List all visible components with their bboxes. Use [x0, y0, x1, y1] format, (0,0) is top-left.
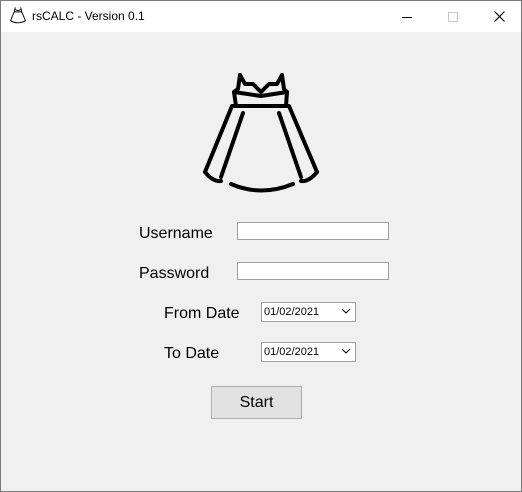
username-label: Username: [139, 225, 213, 242]
from-date-picker[interactable]: 01/02/2021: [261, 302, 356, 322]
password-input[interactable]: [237, 262, 389, 280]
to-date-value: 01/02/2021: [264, 346, 320, 358]
dress-icon: [203, 73, 319, 193]
title-bar[interactable]: rsCALC - Version 0.1: [1, 1, 521, 32]
chevron-down-icon: [341, 348, 351, 354]
to-date-label: To Date: [164, 345, 220, 362]
chevron-down-icon: [341, 308, 351, 314]
close-icon: [493, 11, 505, 22]
maximize-icon: [448, 11, 458, 22]
app-window: rsCALC - Version 0.1 Username Password F…: [0, 0, 522, 492]
password-label: Password: [139, 265, 210, 282]
username-input[interactable]: [237, 222, 389, 240]
from-date-value: 01/02/2021: [264, 306, 320, 318]
close-button[interactable]: [476, 1, 521, 32]
main-content: Username Password From Date 01/02/2021 T…: [1, 32, 521, 491]
minimize-icon: [402, 16, 412, 18]
from-date-label: From Date: [164, 305, 240, 322]
maximize-button[interactable]: [430, 1, 476, 32]
start-button[interactable]: Start: [211, 386, 302, 419]
minimize-button[interactable]: [384, 1, 430, 32]
window-title: rsCALC - Version 0.1: [32, 9, 145, 23]
dress-icon: [10, 7, 26, 24]
to-date-picker[interactable]: 01/02/2021: [261, 342, 356, 362]
